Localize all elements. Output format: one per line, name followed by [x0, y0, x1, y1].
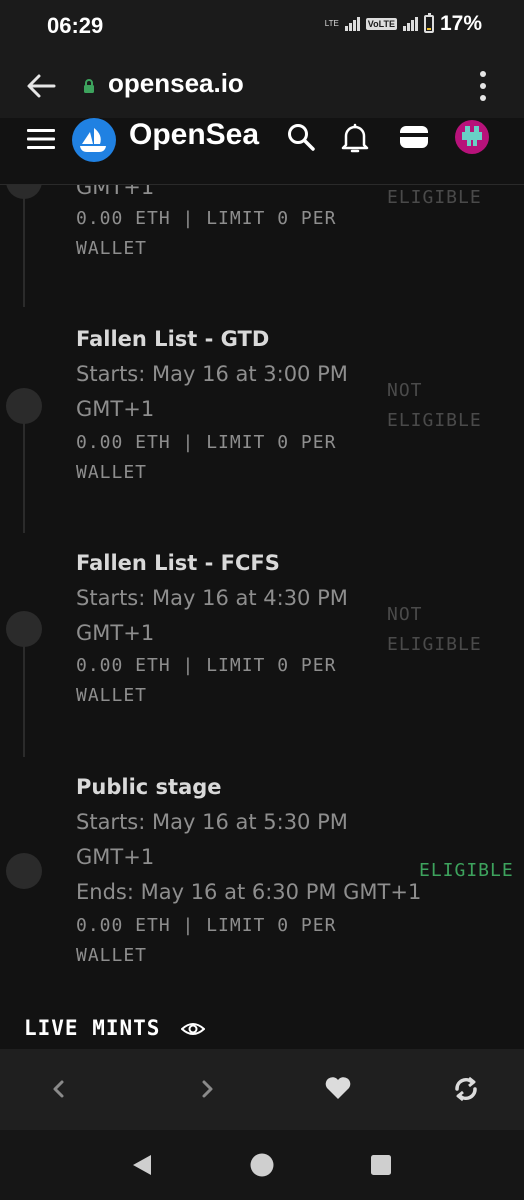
stage-starts-tz: GMT+1 [76, 845, 155, 869]
status-icons: LTE VoLTE 17% [325, 12, 482, 36]
timeline-dot [6, 185, 42, 199]
avatar[interactable] [455, 120, 489, 154]
stage-price: 0.00 ETH | LIMIT 0 PER [76, 915, 337, 936]
wallet-icon[interactable] [398, 122, 430, 152]
stage-title: Fallen List - GTD [76, 327, 270, 351]
forward-chevron-icon[interactable] [200, 1079, 216, 1099]
eye-icon[interactable] [181, 1020, 205, 1038]
eligibility-status: ELIGIBLE [419, 860, 514, 881]
network-type: LTE [324, 19, 339, 28]
eligibility-status: ELIGIBLE [387, 187, 482, 208]
bell-icon[interactable] [341, 122, 369, 154]
stage-title: Public stage [76, 775, 222, 799]
search-icon[interactable] [286, 122, 316, 152]
timeline-segment [23, 419, 25, 533]
timeline-dot [6, 388, 42, 424]
system-navigation-bar [0, 1130, 524, 1200]
stage-price-wallet: WALLET [76, 238, 148, 259]
status-time: 06:29 [47, 13, 104, 38]
stage-starts: Starts: May 16 at 4:30 PM [76, 586, 348, 610]
brand-name[interactable]: OpenSea [129, 118, 259, 152]
stage-price-wallet: WALLET [76, 462, 148, 483]
eligibility-status-line2: ELIGIBLE [387, 410, 482, 431]
system-home-icon[interactable] [249, 1152, 275, 1178]
stage-starts: Starts: May 16 at 3:00 PM [76, 362, 348, 386]
eligibility-status-line2: ELIGIBLE [387, 634, 482, 655]
back-arrow-icon[interactable] [24, 69, 58, 103]
more-options-icon[interactable] [476, 70, 490, 102]
volte-badge: VoLTE [365, 18, 397, 30]
system-back-icon[interactable] [129, 1152, 155, 1178]
url-text[interactable]: opensea.io [108, 68, 244, 99]
stage-title: Fallen List - FCFS [76, 551, 280, 575]
eligibility-status-line1: NOT [387, 380, 423, 401]
timeline-dot [6, 611, 42, 647]
system-recents-icon[interactable] [369, 1153, 393, 1177]
timeline-segment [23, 643, 25, 757]
stage-ends: Ends: May 16 at 6:30 PM GMT+1 [76, 880, 422, 904]
signal-icon-2 [402, 17, 418, 31]
mint-schedule: GMT+1 0.00 ETH | LIMIT 0 PER WALLET ELIG… [0, 185, 524, 1049]
lock-icon [84, 79, 94, 93]
battery-percent: 17% [439, 12, 482, 35]
signal-icon [344, 17, 360, 31]
battery-icon [423, 13, 434, 33]
browser-url-bar: opensea.io [0, 52, 524, 118]
stage-price: 0.00 ETH | LIMIT 0 PER [76, 208, 337, 229]
battery-fill [426, 28, 431, 30]
live-mints-heading: LIVE MINTS [24, 1016, 161, 1040]
heart-icon[interactable] [324, 1075, 352, 1101]
timeline-segment [23, 185, 25, 307]
stage-starts-tz: GMT+1 [76, 185, 155, 199]
stage-price: 0.00 ETH | LIMIT 0 PER [76, 432, 337, 453]
stage-price-wallet: WALLET [76, 685, 148, 706]
stage-price-wallet: WALLET [76, 945, 148, 966]
stage-starts-tz: GMT+1 [76, 397, 155, 421]
refresh-icon[interactable] [452, 1075, 480, 1103]
menu-icon[interactable] [27, 128, 55, 150]
site-header: OpenSea [0, 118, 524, 185]
stage-starts: Starts: May 16 at 5:30 PM [76, 810, 348, 834]
browser-bottom-toolbar [0, 1049, 524, 1130]
eligibility-status-line1: NOT [387, 604, 423, 625]
timeline-dot [6, 853, 42, 889]
back-chevron-icon[interactable] [50, 1079, 66, 1099]
stage-price: 0.00 ETH | LIMIT 0 PER [76, 655, 337, 676]
status-bar: 06:29 LTE VoLTE 17% [0, 0, 524, 52]
opensea-logo-icon[interactable] [72, 118, 116, 162]
stage-starts-tz: GMT+1 [76, 621, 155, 645]
